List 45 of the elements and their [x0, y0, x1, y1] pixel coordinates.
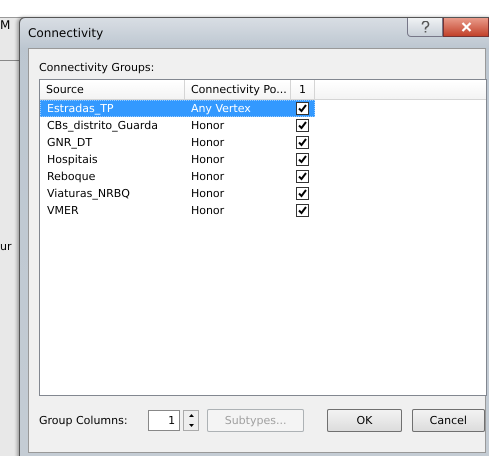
table-row[interactable]: Reboque Honor [40, 168, 315, 185]
dialog-button[interactable]: Cancel [412, 409, 486, 432]
table-row[interactable]: Viaturas_NRBQ Honor [40, 185, 315, 202]
field-label: Group Columns: [39, 414, 129, 427]
table-cell-text: Honor [190, 152, 226, 167]
down-arrow-icon [188, 424, 194, 427]
table-cell-text: Hospitais [46, 152, 99, 167]
checkbox[interactable] [296, 102, 309, 115]
checkbox[interactable] [296, 170, 309, 183]
spin-button[interactable] [183, 410, 199, 431]
table-row[interactable]: Hospitais Honor [40, 151, 315, 168]
checkbox[interactable] [296, 153, 309, 166]
checkbox[interactable] [296, 204, 309, 217]
number-field[interactable]: 1 [148, 410, 180, 431]
column-header[interactable]: 1 [291, 80, 315, 99]
table-cell-text: Honor [190, 186, 226, 201]
section-label: Connectivity Groups: [39, 61, 156, 74]
table-cell-text: Viaturas_NRBQ [46, 186, 131, 201]
table-cell-text: Honor [190, 118, 226, 133]
checkbox[interactable] [296, 136, 309, 149]
window-title: M [0, 18, 10, 32]
table-cell-text: Reboque [46, 169, 96, 184]
dialog-button[interactable]: OK [327, 409, 402, 432]
table-cell-text: Estradas_TP [46, 101, 115, 116]
window-title: Connectivity [28, 26, 104, 40]
table-row[interactable]: GNR_DT Honor [40, 134, 315, 151]
help-icon [420, 21, 430, 33]
table-cell-text: Any Vertex [190, 101, 252, 116]
column-header[interactable]: Connectivity Po... [185, 80, 291, 99]
table-cell-text: Honor [190, 203, 226, 218]
table-row[interactable]: CBs_distrito_Guarda Honor [40, 117, 315, 134]
table-cell-text: Honor [190, 169, 226, 184]
table-row[interactable]: VMER Honor [40, 202, 315, 219]
table-cell-text: Honor [190, 135, 226, 150]
table-cell-text: GNR_DT [46, 135, 94, 150]
column-header[interactable]: Source [40, 80, 185, 99]
table-cell-text: VMER [46, 203, 80, 218]
help-button[interactable] [407, 18, 443, 37]
checkbox[interactable] [296, 119, 309, 132]
table-cell-text: CBs_distrito_Guarda [46, 118, 159, 133]
close-button[interactable] [443, 18, 489, 37]
checkbox[interactable] [296, 187, 309, 200]
close-icon [460, 22, 472, 32]
up-arrow-icon [188, 414, 194, 418]
label: ur [0, 240, 12, 253]
